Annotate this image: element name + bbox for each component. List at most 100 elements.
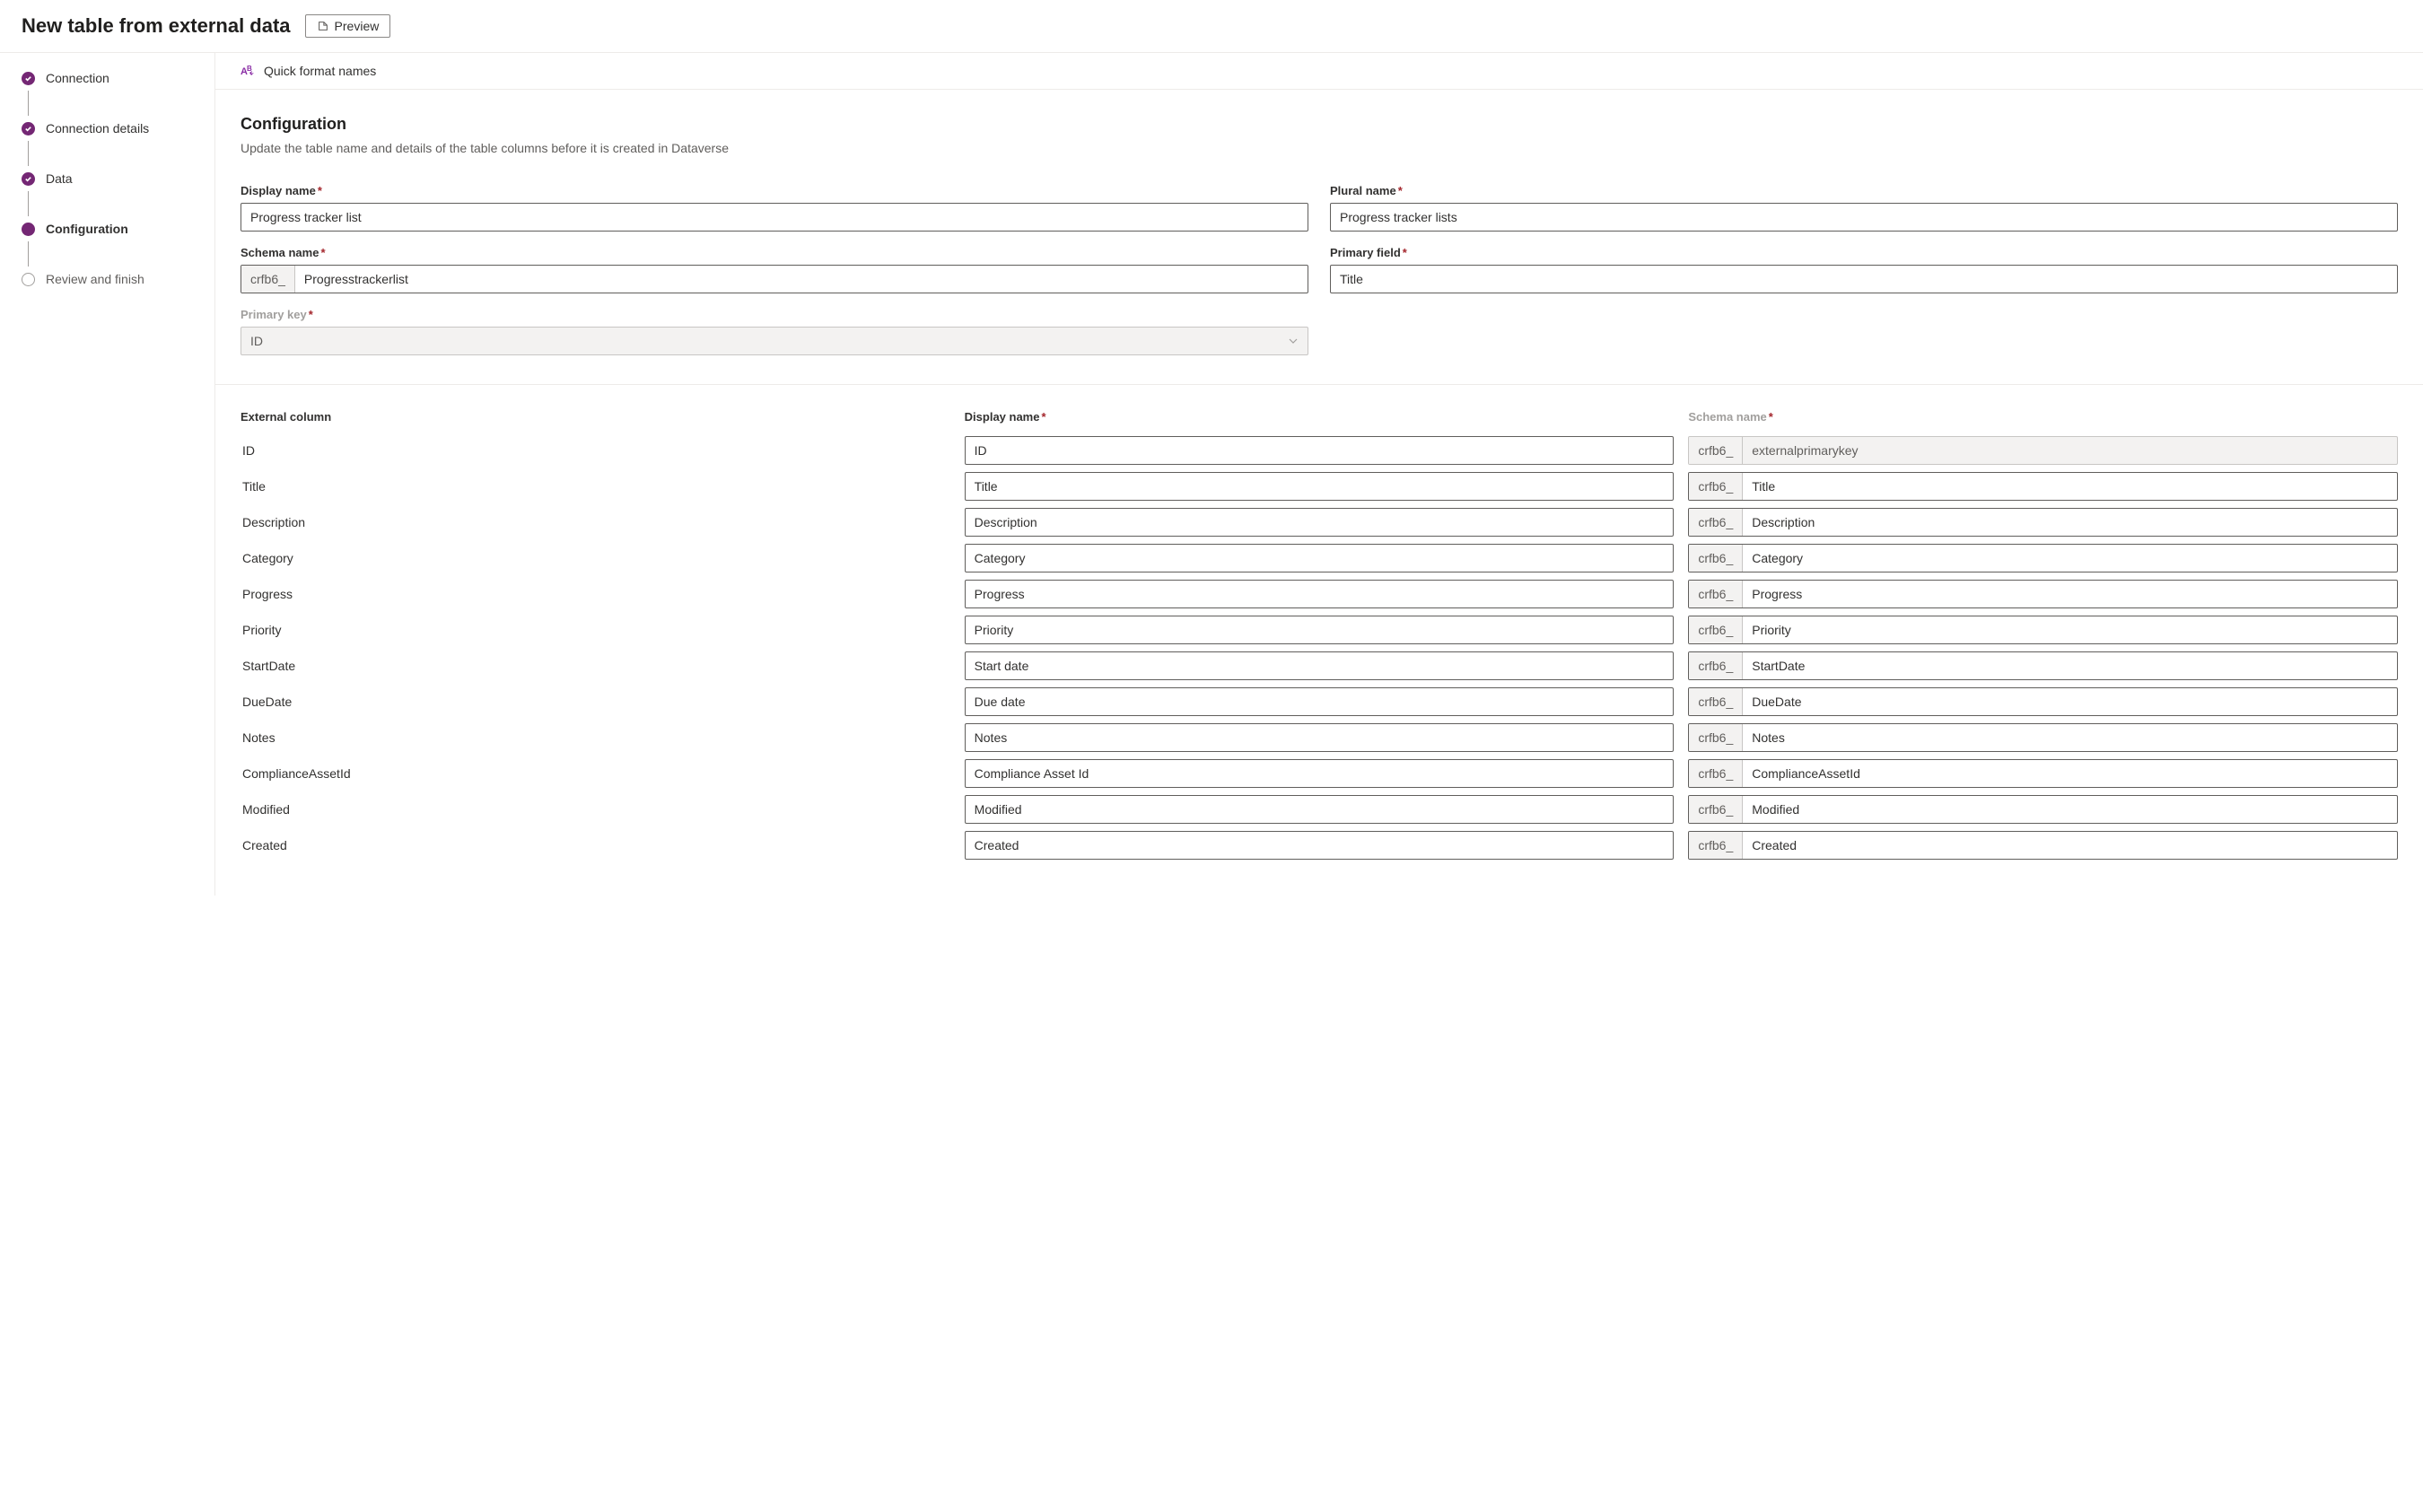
schema-name-label: Schema name* [241,246,1308,259]
step-connection[interactable]: Connection [22,71,193,121]
column-schema-name-input[interactable] [1743,796,2397,823]
column-schema-name-input[interactable] [1743,616,2397,643]
plural-name-field: Plural name* [1330,184,2398,232]
column-schema-name-field: crfb6_ [1688,508,2398,537]
external-column-name: Progress [241,587,950,601]
display-name-input[interactable] [241,203,1308,232]
column-schema-name-input[interactable] [1743,688,2397,715]
toolbar: A B Quick format names [215,53,2423,90]
column-display-name-input[interactable] [965,759,1675,788]
step-configuration[interactable]: Configuration [22,222,193,272]
column-display-name-input[interactable] [965,616,1675,644]
schema-prefix: crfb6_ [1689,473,1743,500]
column-schema-name-input[interactable] [1743,473,2397,500]
check-icon [24,175,32,183]
column-row: Modified crfb6_ [241,795,2398,824]
external-column-name: Created [241,838,950,852]
check-icon [24,74,32,83]
page-title: New table from external data [22,14,291,38]
schema-prefix: crfb6_ [241,266,295,293]
column-schema-name-field: crfb6_ [1688,795,2398,824]
column-display-name-input[interactable] [965,831,1675,860]
column-schema-name-input [1743,437,2397,464]
schema-prefix: crfb6_ [1689,509,1743,536]
step-connection-details[interactable]: Connection details [22,121,193,171]
external-column-name: ComplianceAssetId [241,766,950,781]
column-schema-name-field: crfb6_ [1688,616,2398,644]
external-column-name: Title [241,479,950,494]
preview-button[interactable]: Preview [305,14,391,38]
external-column-name: Priority [241,623,950,637]
display-name-label: Display name* [241,184,1308,197]
step-label: Review and finish [46,272,144,286]
column-row: ID crfb6_ [241,436,2398,465]
step-data[interactable]: Data [22,171,193,222]
header: New table from external data Preview [0,0,2423,53]
column-display-name-input[interactable] [965,544,1675,572]
column-header-schema: Schema name* [1688,410,2398,424]
section-title: Configuration [241,115,2398,134]
column-schema-name-input[interactable] [1743,545,2397,572]
column-schema-name-input[interactable] [1743,581,2397,607]
schema-name-field: Schema name* crfb6_ [241,246,1308,293]
column-row: Descriptioncrfb6_ [241,508,2398,537]
stepper: ConnectionConnection details Data Configur… [0,53,215,896]
column-header-display: Display name* [965,410,1675,424]
column-schema-name-input[interactable] [1743,760,2397,787]
step-indicator [22,172,35,186]
external-column-name: Notes [241,730,950,745]
step-label: Connection details [46,121,149,135]
column-schema-name-field: crfb6_ [1688,687,2398,716]
schema-prefix: crfb6_ [1689,760,1743,787]
external-column-name: Category [241,551,950,565]
column-display-name-input[interactable] [965,580,1675,608]
schema-prefix: crfb6_ [1689,796,1743,823]
schema-prefix: crfb6_ [1689,437,1743,464]
column-schema-name-field: crfb6_ [1688,580,2398,608]
column-row: Notes crfb6_ [241,723,2398,752]
schema-prefix: crfb6_ [1689,545,1743,572]
external-column-name: StartDate [241,659,950,673]
step-review-and-finish[interactable]: Review and finish [22,272,193,286]
column-schema-name-input[interactable] [1743,509,2397,536]
column-display-name-input[interactable] [965,436,1675,465]
step-indicator [22,223,35,236]
step-indicator [22,273,35,286]
external-column-name: ID [241,443,950,458]
schema-prefix: crfb6_ [1689,724,1743,751]
column-schema-name-field: crfb6_ [1688,759,2398,788]
column-row: Created crfb6_ [241,831,2398,860]
column-schema-name-input[interactable] [1743,724,2397,751]
column-schema-name-field: crfb6_ [1688,436,2398,465]
primary-key-field: Primary key* ID [241,308,1308,355]
primary-field-input[interactable] [1330,265,2398,293]
quick-format-button[interactable]: Quick format names [264,64,376,78]
step-label: Data [46,171,73,186]
column-display-name-input[interactable] [965,795,1675,824]
column-schema-name-field: crfb6_ [1688,831,2398,860]
preview-button-label: Preview [335,19,380,33]
column-row: Priority crfb6_ [241,616,2398,644]
column-display-name-input[interactable] [965,472,1675,501]
columns-rows: IDcrfb6_Titlecrfb6_Descriptioncrfb6_Cate… [241,436,2398,860]
step-label: Configuration [46,222,128,236]
column-schema-name-input[interactable] [1743,652,2397,679]
schema-name-input[interactable] [295,266,1308,293]
column-schema-name-input[interactable] [1743,832,2397,859]
column-display-name-input[interactable] [965,687,1675,716]
main: A B Quick format names Configuration Upd… [215,53,2423,896]
column-header-external: External column [241,410,950,424]
external-column-name: Modified [241,802,950,817]
column-display-name-input[interactable] [965,651,1675,680]
column-display-name-input[interactable] [965,723,1675,752]
column-row: Category crfb6_ [241,544,2398,572]
column-schema-name-field: crfb6_ [1688,472,2398,501]
section-description: Update the table name and details of the… [241,141,2398,155]
column-display-name-input[interactable] [965,508,1675,537]
plural-name-input[interactable] [1330,203,2398,232]
step-indicator [22,122,35,135]
schema-prefix: crfb6_ [1689,616,1743,643]
display-name-field: Display name* [241,184,1308,232]
external-column-name: DueDate [241,695,950,709]
primary-field-label: Primary field* [1330,246,2398,259]
